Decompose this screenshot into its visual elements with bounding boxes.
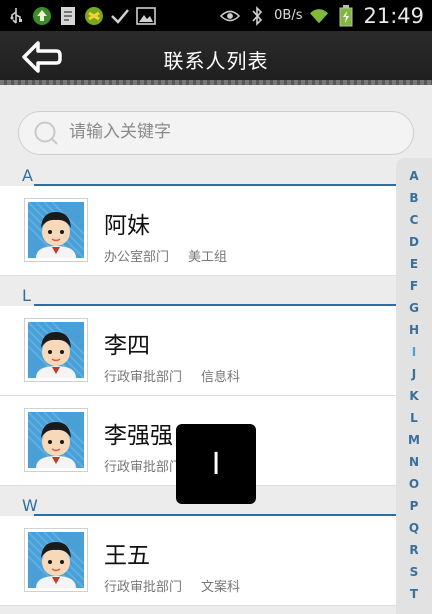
section-letter: W <box>22 496 38 515</box>
index-letter-l[interactable]: L <box>396 411 432 425</box>
avatar-icon <box>27 321 85 379</box>
contact-name: 王五 <box>104 543 150 569</box>
section-letter: L <box>22 286 31 305</box>
contact-name: 李四 <box>104 333 150 359</box>
index-letter-a[interactable]: A <box>396 169 432 183</box>
index-letter-c[interactable]: C <box>396 213 432 227</box>
index-letter-n[interactable]: N <box>396 455 432 469</box>
index-letter-h[interactable]: H <box>396 323 432 337</box>
index-letter-t[interactable]: T <box>396 587 432 601</box>
status-bar-left-icons <box>6 3 156 28</box>
avatar-icon <box>27 201 85 259</box>
image-icon <box>136 6 156 26</box>
battery-icon <box>336 4 356 26</box>
contact-group: 美工组 <box>188 250 228 265</box>
clock: 21:49 <box>363 3 424 28</box>
contact-department: 行政审批部门 <box>104 580 183 595</box>
alphabet-index-bar[interactable]: A B C D E F G H I J K L M N O P Q R S T <box>396 158 432 614</box>
contact-item[interactable]: 李四 行政审批部门 信息科 <box>0 306 398 396</box>
index-letter-b[interactable]: B <box>396 191 432 205</box>
page-title: 联系人列表 <box>163 49 269 73</box>
index-letter-o[interactable]: O <box>396 477 432 491</box>
avatar-icon <box>27 531 85 589</box>
avatar-icon <box>27 411 85 469</box>
check-icon <box>110 6 130 26</box>
title-bar: 联系人列表 <box>0 31 432 85</box>
contact-group: 文案科 <box>201 580 241 595</box>
notes-icon <box>58 6 78 26</box>
index-letter-j[interactable]: J <box>396 367 432 381</box>
index-letter-p[interactable]: P <box>396 499 432 513</box>
upload-icon <box>32 6 52 26</box>
avatar <box>24 198 88 262</box>
contact-group: 信息科 <box>201 370 241 385</box>
index-letter-q[interactable]: Q <box>396 521 432 535</box>
contact-name: 阿妹 <box>104 213 150 239</box>
contact-item[interactable]: 王五 行政审批部门 文案科 <box>0 516 398 606</box>
usb-icon <box>6 6 26 26</box>
avatar <box>24 318 88 382</box>
index-letter-g[interactable]: G <box>396 301 432 315</box>
avatar <box>24 528 88 592</box>
bluetooth-icon <box>247 5 267 26</box>
search-area <box>0 90 432 160</box>
eye-icon <box>220 6 241 26</box>
index-letter-e[interactable]: E <box>396 257 432 271</box>
index-letter-k[interactable]: K <box>396 389 432 403</box>
section-letter: A <box>22 166 33 185</box>
index-letter-f[interactable]: F <box>396 279 432 293</box>
selected-letter-overlay: I <box>176 424 256 504</box>
contact-list[interactable]: A 阿妹 办公室部门 美工组 L 李四 行政审批部门 信息科 李强强 行政审批部… <box>0 162 398 614</box>
section-header-l: L <box>0 282 398 306</box>
search-box[interactable] <box>18 111 414 155</box>
network-speed: 0B/s <box>274 8 303 23</box>
index-letter-r[interactable]: R <box>396 543 432 557</box>
index-letter-m[interactable]: M <box>396 433 432 447</box>
contact-department: 行政审批部门 <box>104 460 183 475</box>
index-letter-i[interactable]: I <box>396 345 432 359</box>
contact-department: 行政审批部门 <box>104 370 183 385</box>
contact-department: 办公室部门 <box>104 250 170 265</box>
contact-name: 李强强 <box>104 423 173 449</box>
app-icon <box>84 6 104 26</box>
section-header-a: A <box>0 162 398 186</box>
index-letter-d[interactable]: D <box>396 235 432 249</box>
status-bar: 0B/s 21:49 <box>0 0 432 31</box>
status-bar-right-icons: 0B/s 21:49 <box>220 3 424 28</box>
index-letter-s[interactable]: S <box>396 565 432 579</box>
contact-item[interactable]: 阿妹 办公室部门 美工组 <box>0 186 398 276</box>
avatar <box>24 408 88 472</box>
search-icon <box>34 121 58 145</box>
search-input[interactable] <box>69 118 399 146</box>
wifi-icon <box>309 6 329 26</box>
